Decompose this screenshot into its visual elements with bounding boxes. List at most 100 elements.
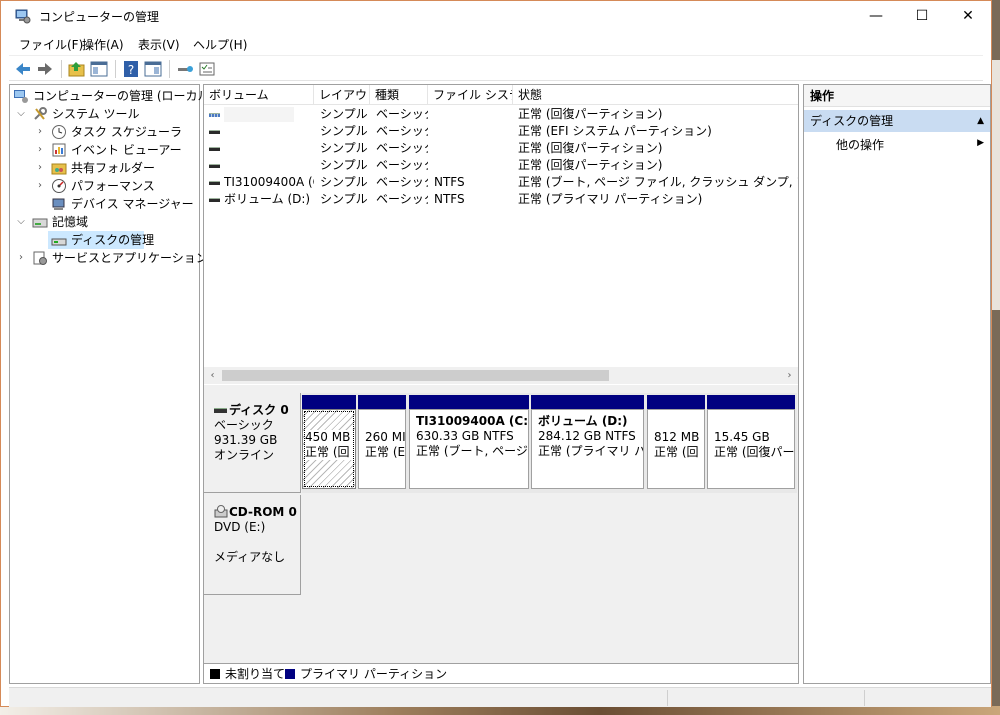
checklist-icon[interactable] (197, 59, 217, 79)
volume-icon (209, 164, 220, 168)
window-title: コンピューターの管理 (39, 10, 160, 24)
volume-name-cell (224, 107, 294, 122)
partition-efi[interactable]: 260 MI 正常 (E (358, 393, 406, 491)
menu-view[interactable]: 表示(V) (138, 36, 180, 53)
actions-section-disk-management[interactable]: ディスクの管理 ▲ (804, 110, 990, 132)
partition-size: 630.33 GB NTFS (416, 429, 514, 443)
event-viewer-icon (52, 143, 66, 157)
chevron-right-icon[interactable]: › (15, 249, 27, 267)
partition-box: 450 MB 正常 (回 (302, 409, 356, 489)
disk-size (214, 535, 300, 550)
console-tree: コンピューターの管理 (ローカル) ⌵ システム ツール › タスク スケジュー… (9, 84, 214, 684)
table-row[interactable]: シンプル ベーシック 正常 (回復パーティション) (204, 140, 798, 157)
tree-label: パフォーマンス (71, 179, 155, 193)
unallocated-swatch (210, 669, 220, 679)
chevron-right-icon[interactable]: › (34, 159, 46, 177)
tree-item-device-manager[interactable]: デバイス マネージャー (10, 195, 199, 213)
status-cell: 正常 (プライマリ パーティション) (518, 192, 703, 206)
disk-name: CD-ROM 0 (229, 505, 297, 519)
layout-cell: シンプル (320, 192, 368, 206)
column-header-status[interactable]: 状態 (513, 85, 798, 105)
menu-file[interactable]: ファイル(F) (19, 36, 83, 53)
tree-item-shared-folders[interactable]: › 共有フォルダー (10, 159, 199, 177)
cdrom-0-area (302, 495, 797, 595)
tree-item-event-viewer[interactable]: › イベント ビューアー (10, 141, 199, 159)
partition-bar (409, 395, 529, 409)
tree-item-storage[interactable]: ⌵ 記憶域 (10, 213, 199, 231)
partition-name: TI31009400A (C:) (416, 414, 529, 428)
column-header-volume[interactable]: ボリューム (204, 85, 314, 105)
partition-recovery-1[interactable]: 450 MB 正常 (回 (302, 393, 356, 491)
scroll-left-icon[interactable]: ‹ (204, 367, 221, 384)
partition-status: 正常 (回 (654, 445, 699, 459)
scroll-right-icon[interactable]: › (781, 367, 798, 384)
chevron-right-icon[interactable]: › (34, 141, 46, 159)
partition-size: 812 MB (654, 430, 700, 444)
title-bar[interactable]: コンピューターの管理 — ☐ ✕ (1, 1, 991, 31)
partition-size: 450 MB (305, 430, 355, 445)
volume-icon (209, 198, 220, 202)
action-more-actions[interactable]: 他の操作 (836, 135, 884, 155)
table-row[interactable]: シンプル ベーシック 正常 (回復パーティション) (204, 157, 798, 174)
partition-recovery-3[interactable]: 15.45 GB 正常 (回復パー (707, 393, 795, 491)
forward-icon[interactable] (35, 59, 55, 79)
key-properties-icon[interactable] (175, 59, 195, 79)
shared-folder-icon (51, 163, 67, 175)
partition-c[interactable]: TI31009400A (C:) 630.33 GB NTFS 正常 (ブート,… (409, 393, 529, 491)
status-cell: 正常 (回復パーティション) (518, 107, 663, 121)
partition-d[interactable]: ボリューム (D:) 284.12 GB NTFS 正常 (プライマリ パー (531, 393, 644, 491)
scrollbar-thumb[interactable] (222, 370, 609, 381)
disk-management-icon (51, 238, 67, 246)
submenu-arrow-icon[interactable]: ▶ (977, 138, 984, 148)
tree-item-performance[interactable]: › パフォーマンス (10, 177, 199, 195)
partition-size: 284.12 GB NTFS (538, 429, 636, 443)
disk-0-label[interactable]: ディスク 0 ベーシック 931.39 GB オンライン (204, 393, 301, 493)
maximize-button[interactable]: ☐ (899, 1, 945, 31)
pane-splitter[interactable] (204, 385, 798, 393)
chevron-down-icon[interactable]: ⌵ (15, 213, 27, 231)
table-row[interactable]: シンプル ベーシック 正常 (回復パーティション) (204, 106, 798, 123)
column-header-type[interactable]: 種類 (370, 85, 428, 105)
tree-item-system-tools[interactable]: ⌵ システム ツール (10, 105, 199, 123)
cdrom-0-label[interactable]: CD-ROM 0 DVD (E:) メディアなし (204, 495, 301, 595)
actions-title: 操作 (804, 85, 990, 107)
toolbar: ? (9, 55, 983, 81)
tools-icon (34, 107, 47, 120)
table-row[interactable]: シンプル ベーシック 正常 (EFI システム パーティション) (204, 123, 798, 140)
type-cell: ベーシック (376, 192, 428, 206)
collapse-up-icon[interactable]: ▲ (977, 110, 984, 132)
layout-cell: シンプル (320, 158, 368, 172)
column-header-layout[interactable]: レイアウト (314, 85, 370, 105)
toolbar-separator (115, 60, 116, 78)
minimize-button[interactable]: — (853, 1, 899, 31)
chevron-down-icon[interactable]: ⌵ (15, 105, 27, 123)
desktop-background-bottom (0, 706, 1000, 715)
console-tree-icon[interactable] (89, 59, 109, 79)
partition-recovery-2[interactable]: 812 MB 正常 (回 (647, 393, 705, 491)
up-folder-icon[interactable] (67, 59, 87, 79)
status-cell: 正常 (回復パーティション) (518, 141, 663, 155)
menu-help[interactable]: ヘルプ(H) (193, 36, 247, 53)
partition-box: TI31009400A (C:) 630.33 GB NTFS 正常 (ブート,… (409, 409, 529, 489)
table-row[interactable]: ボリューム (D:) シンプル ベーシック NTFS 正常 (プライマリ パーテ… (204, 191, 798, 208)
status-cell: 正常 (ブート, ページ ファイル, クラッシュ ダンプ, プライマリ パーテ (518, 175, 798, 189)
tree-item-services-applications[interactable]: › サービスとアプリケーション (10, 249, 208, 267)
actions-pane: 操作 ディスクの管理 ▲ 他の操作 ▶ (803, 84, 991, 684)
partition-box: 260 MI 正常 (E (358, 409, 406, 489)
back-icon[interactable] (13, 59, 33, 79)
column-header-filesystem[interactable]: ファイル システム (428, 85, 513, 105)
close-button[interactable]: ✕ (945, 1, 991, 31)
volume-icon (209, 113, 220, 117)
computer-management-icon (14, 90, 28, 103)
help-icon[interactable]: ? (121, 59, 141, 79)
tree-item-computer-management[interactable]: コンピューターの管理 (ローカル) (10, 87, 214, 105)
tree-item-disk-management[interactable]: ディスクの管理 (48, 231, 154, 249)
menu-action[interactable]: 操作(A) (82, 36, 124, 53)
tree-item-task-scheduler[interactable]: › タスク スケジューラ (10, 123, 199, 141)
volume-name-cell: ボリューム (D:) (224, 192, 311, 206)
table-row[interactable]: TI31009400A (C:) シンプル ベーシック NTFS 正常 (ブート… (204, 174, 798, 191)
horizontal-scrollbar[interactable]: ‹ › (204, 367, 798, 384)
chevron-right-icon[interactable]: › (34, 123, 46, 141)
chevron-right-icon[interactable]: › (34, 177, 46, 195)
action-pane-icon[interactable] (143, 59, 163, 79)
